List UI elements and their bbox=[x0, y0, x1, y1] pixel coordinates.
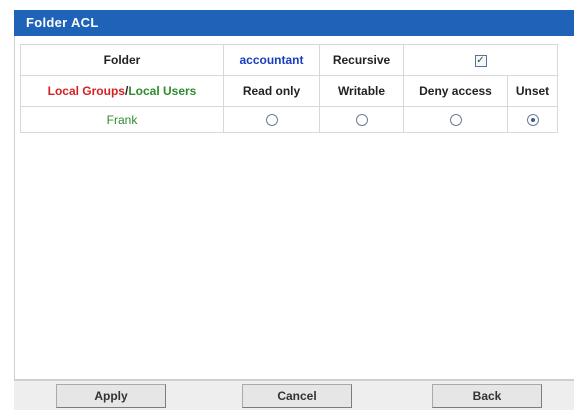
table-row: Frank bbox=[20, 106, 558, 133]
folder-row: Folder accountant Recursive ✓ bbox=[20, 44, 558, 76]
read-only-radio[interactable] bbox=[265, 114, 278, 127]
acl-table: Folder accountant Recursive ✓ Local Grou… bbox=[20, 44, 558, 133]
deny-access-cell bbox=[403, 106, 508, 133]
folder-label: Folder bbox=[20, 44, 224, 76]
writable-radio[interactable] bbox=[355, 114, 368, 127]
unset-cell bbox=[507, 106, 558, 133]
read-only-header: Read only bbox=[223, 75, 320, 107]
user-name: Frank bbox=[20, 106, 224, 133]
local-groups-label: Local Groups bbox=[47, 84, 125, 98]
unset-radio[interactable] bbox=[526, 114, 539, 127]
recursive-checkbox-cell: ✓ bbox=[403, 44, 558, 76]
local-users-label: Local Users bbox=[128, 84, 197, 98]
apply-button[interactable]: Apply bbox=[56, 384, 166, 408]
cancel-button[interactable]: Cancel bbox=[242, 384, 352, 408]
groups-users-header: Local Groups/Local Users bbox=[20, 75, 224, 107]
column-header-row: Local Groups/Local Users Read only Writa… bbox=[20, 75, 558, 107]
page-title: Folder ACL bbox=[14, 10, 574, 36]
unset-header: Unset bbox=[507, 75, 558, 107]
recursive-label: Recursive bbox=[319, 44, 404, 76]
writable-header: Writable bbox=[319, 75, 404, 107]
deny-access-radio[interactable] bbox=[449, 114, 462, 127]
folder-name: accountant bbox=[223, 44, 320, 76]
back-button[interactable]: Back bbox=[432, 384, 542, 408]
read-only-cell bbox=[223, 106, 320, 133]
recursive-checkbox[interactable]: ✓ bbox=[474, 54, 487, 67]
deny-access-header: Deny access bbox=[403, 75, 508, 107]
writable-cell bbox=[319, 106, 404, 133]
